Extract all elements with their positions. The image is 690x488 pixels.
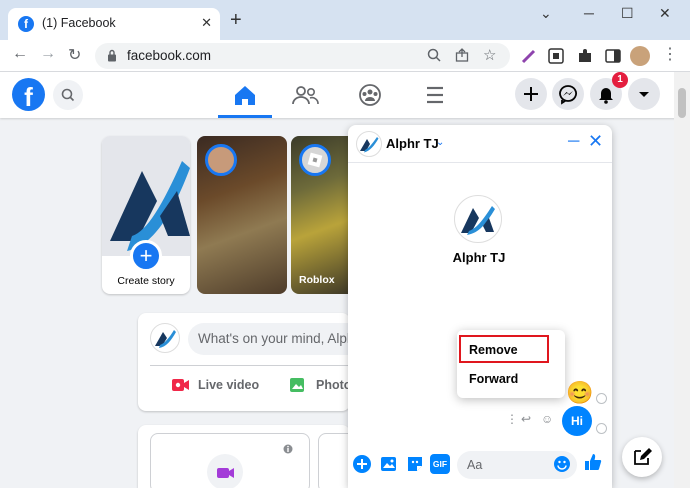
chat-profile-name: Alphr TJ (452, 250, 506, 265)
chevron-down-icon[interactable]: ⌄ (540, 5, 552, 22)
alphr-avatar-icon (155, 330, 176, 348)
hi-message[interactable]: Hi (562, 406, 592, 436)
sent-indicator-icon (596, 423, 607, 434)
whats-on-your-mind-input[interactable]: What's on your mind, Alph (188, 323, 350, 355)
sidebar-icon[interactable] (604, 47, 622, 65)
lock-icon (108, 49, 116, 62)
rooms-card (138, 425, 378, 488)
sticker-icon[interactable] (405, 454, 425, 474)
minimize-chat-icon[interactable]: ─ (568, 133, 579, 151)
profile-avatar[interactable] (630, 46, 650, 66)
roblox-logo-icon (307, 152, 323, 168)
composer-divider (150, 365, 350, 366)
video-room-icon (217, 468, 234, 478)
browser-toolbar: ← → ↻ facebook.com ☆ ⋮ (0, 40, 690, 72)
page-scrollbar[interactable] (674, 72, 690, 488)
facebook-logo-icon[interactable]: f (12, 78, 45, 112)
photo-attach-icon[interactable] (379, 454, 399, 474)
chevron-down-icon[interactable]: ⌄ (436, 137, 444, 148)
search-icon (61, 88, 75, 102)
reply-icon[interactable]: ↩ (521, 412, 531, 426)
facebook-favicon-icon: f (18, 16, 34, 32)
forward-arrow-icon[interactable]: → (40, 45, 56, 63)
story-avatar (299, 144, 331, 176)
caret-down-icon (639, 92, 649, 97)
account-button[interactable] (628, 78, 660, 110)
create-room-tile[interactable] (150, 433, 310, 488)
bookmark-star-icon[interactable]: ☆ (483, 46, 496, 64)
pen-extension-icon[interactable] (520, 47, 538, 65)
alphr-avatar-icon (461, 206, 495, 235)
browser-titlebar: f (1) Facebook ✕ + ⌄ ─ ☐ ✕ (0, 0, 690, 40)
minimize-button[interactable]: ─ (584, 5, 594, 21)
compose-edit-icon (634, 448, 652, 465)
maximize-button[interactable]: ☐ (621, 5, 634, 22)
kebab-menu-icon[interactable]: ⋮ (662, 44, 678, 64)
zoom-icon[interactable] (427, 48, 441, 62)
chat-header[interactable]: Alphr TJ ⌄ ─ ✕ (348, 125, 612, 163)
alphr-avatar-icon (360, 137, 379, 153)
new-message-button[interactable] (622, 437, 662, 477)
friends-tab-icon[interactable] (285, 80, 325, 110)
emoji-picker-icon[interactable] (552, 454, 572, 474)
create-story-image (102, 136, 190, 256)
notification-badge: 1 (612, 72, 628, 88)
chat-contact-avatar[interactable] (356, 131, 382, 157)
more-actions-icon[interactable] (352, 454, 372, 474)
home-tab-icon[interactable] (225, 80, 265, 110)
create-story-card[interactable]: + Create story (102, 136, 190, 294)
sent-indicator-icon (596, 393, 607, 404)
scrollbar-thumb[interactable] (678, 88, 686, 118)
browser-tab[interactable]: f (1) Facebook ✕ (8, 8, 220, 40)
photo-icon (290, 378, 304, 392)
new-tab-button[interactable]: + (230, 10, 242, 30)
messenger-button[interactable] (552, 78, 584, 110)
alphr-logo-icon (110, 161, 190, 251)
live-video-icon (172, 379, 189, 391)
screenshot-extension-icon[interactable] (547, 47, 565, 65)
chat-profile-avatar[interactable] (454, 195, 502, 243)
back-arrow-icon[interactable]: ← (12, 45, 28, 63)
puzzle-extensions-icon[interactable] (576, 47, 594, 65)
emoji-message[interactable]: 😊 (566, 380, 593, 406)
photo-label: Photo (316, 378, 350, 392)
more-options-icon[interactable]: ⋮ (506, 412, 518, 426)
messenger-icon (559, 85, 577, 105)
forward-menu-item[interactable]: Forward (469, 372, 518, 386)
add-story-plus-icon[interactable]: + (130, 240, 162, 272)
thumbs-up-icon[interactable] (583, 452, 603, 472)
tab-close-icon[interactable]: ✕ (201, 15, 212, 31)
search-button[interactable] (53, 80, 83, 110)
story-avatar (205, 144, 237, 176)
user-avatar[interactable] (150, 323, 180, 353)
story-label: Roblox (299, 274, 335, 286)
remove-highlight-box (459, 335, 549, 363)
facebook-header: f (0, 72, 690, 118)
create-story-label: Create story (117, 275, 175, 287)
plus-icon (524, 87, 538, 101)
close-window-button[interactable]: ✕ (659, 5, 671, 22)
reload-icon[interactable]: ↻ (68, 45, 81, 65)
menu-tab-icon[interactable] (415, 80, 455, 110)
tab-title: (1) Facebook (42, 16, 116, 30)
react-icon[interactable]: ☺ (541, 412, 553, 426)
chat-contact-name[interactable]: Alphr TJ (386, 136, 439, 151)
gif-icon[interactable]: GIF (430, 454, 450, 474)
groups-tab-icon[interactable] (350, 80, 390, 110)
address-bar[interactable]: facebook.com ☆ (95, 43, 510, 69)
info-icon[interactable] (283, 444, 293, 454)
active-tab-indicator (218, 115, 272, 118)
live-video-label: Live video (198, 378, 260, 392)
story-card[interactable] (197, 136, 287, 294)
share-icon[interactable] (455, 48, 469, 62)
url-text: facebook.com (127, 48, 212, 63)
post-composer: What's on your mind, Alph Live video Pho… (138, 313, 350, 411)
close-chat-icon[interactable]: ✕ (588, 131, 603, 152)
create-button[interactable] (515, 78, 547, 110)
room-icon-wrapper (207, 454, 243, 488)
